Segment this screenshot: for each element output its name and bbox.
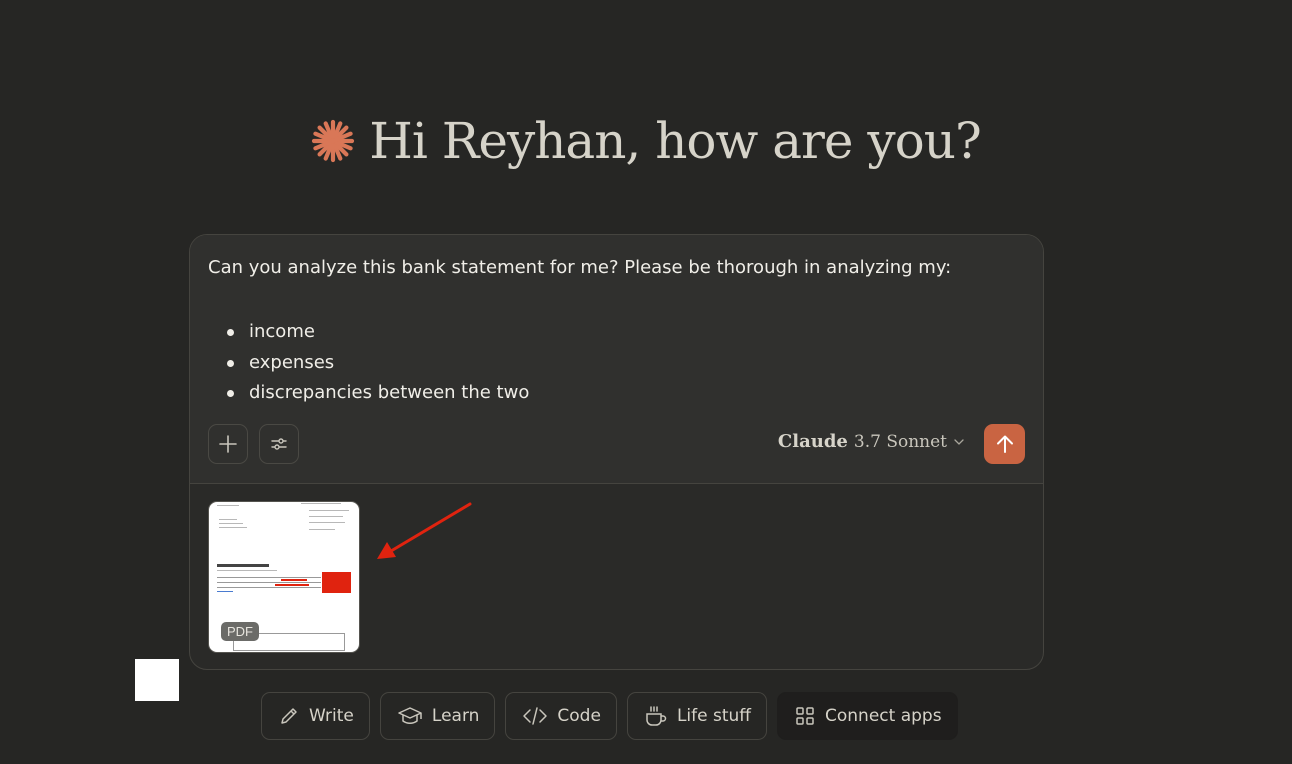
pencil-icon [281, 708, 297, 724]
model-selector[interactable]: Claude 3.7 Sonnet [778, 431, 965, 452]
prompt-bullet-list: income expenses discrepancies between th… [208, 317, 529, 409]
greeting-text: Hi Reyhan, how are you? [369, 112, 982, 170]
code-icon [523, 707, 548, 725]
chat-composer: Can you analyze this bank statement for … [189, 234, 1044, 670]
model-version: 3.7 Sonnet [853, 431, 947, 452]
doc-text-line [219, 527, 247, 528]
chip-label: Learn [431, 706, 480, 726]
chip-label: Write [309, 706, 354, 726]
doc-text-line [309, 516, 343, 517]
prompt-bullet-item: discrepancies between the two [208, 378, 529, 409]
doc-text-line [309, 510, 349, 511]
pdf-attachment-thumbnail[interactable]: PDF [208, 501, 360, 653]
add-attachment-button[interactable] [208, 424, 248, 464]
suggestion-chips: Write Learn Code Life stuff Connect apps [261, 692, 958, 740]
blank-square [135, 659, 179, 701]
apps-grid-icon [796, 707, 814, 725]
new-chat-page: Hi Reyhan, how are you? Can you analyze … [0, 0, 1292, 764]
doc-text-line [217, 577, 321, 578]
coffee-cup-icon [646, 706, 667, 726]
doc-text-line [217, 582, 321, 583]
chip-connect-apps[interactable]: Connect apps [777, 692, 958, 740]
redaction-box [322, 572, 351, 593]
doc-text-line [217, 505, 239, 506]
send-button[interactable] [984, 424, 1025, 464]
chip-learn[interactable]: Learn [379, 692, 496, 740]
doc-link-line [217, 591, 233, 592]
arrow-up-icon [996, 435, 1013, 453]
sliders-icon [271, 438, 287, 450]
doc-text-line [309, 529, 335, 530]
doc-text-line [219, 523, 243, 524]
claude-spark-icon [312, 119, 355, 163]
redaction-scribble [275, 584, 309, 586]
doc-text-line [219, 519, 237, 520]
chevron-down-icon [954, 438, 964, 445]
prompt-text[interactable]: Can you analyze this bank statement for … [208, 257, 951, 278]
doc-heading [217, 564, 269, 567]
red-pointer-arrow-icon [377, 502, 472, 559]
doc-text-line [309, 522, 345, 523]
doc-text-line [301, 503, 341, 504]
model-name: Claude [777, 431, 848, 452]
doc-text-line [217, 570, 277, 571]
chip-label: Life stuff [676, 706, 751, 726]
plus-icon [219, 435, 237, 453]
chip-label: Code [557, 706, 601, 726]
chip-life-stuff[interactable]: Life stuff [626, 692, 767, 740]
graduation-cap-icon [398, 707, 422, 724]
prompt-bullet-item: expenses [208, 348, 529, 379]
greeting: Hi Reyhan, how are you? [0, 112, 1292, 170]
chip-label: Connect apps [825, 706, 942, 726]
chip-code[interactable]: Code [505, 692, 617, 740]
doc-text-line [217, 587, 321, 588]
chip-write[interactable]: Write [261, 692, 370, 740]
composer-input-area[interactable]: Can you analyze this bank statement for … [190, 235, 1043, 484]
file-type-badge: PDF [221, 622, 259, 641]
tools-button[interactable] [259, 424, 299, 464]
redaction-scribble [281, 579, 307, 581]
prompt-bullet-item: income [208, 317, 529, 348]
